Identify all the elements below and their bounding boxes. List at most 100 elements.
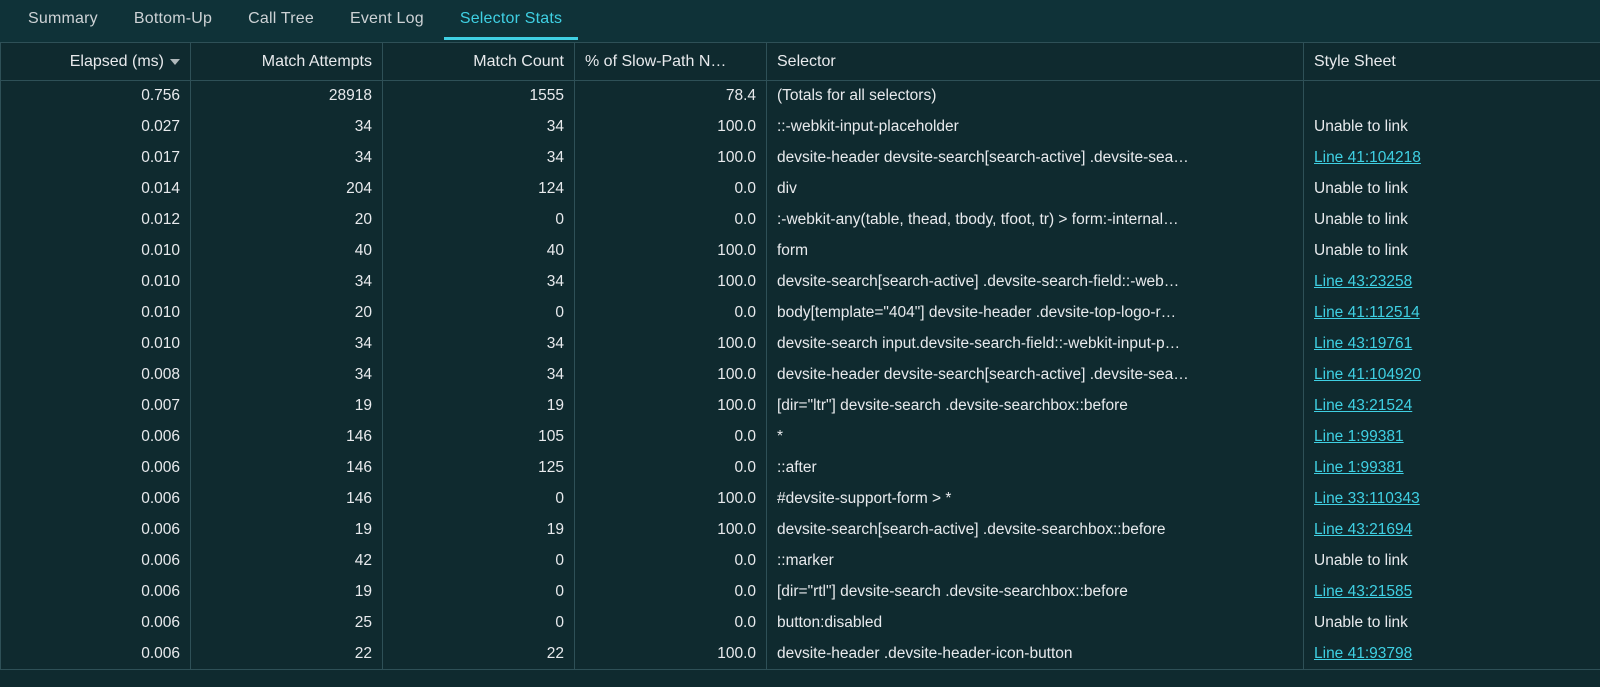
stylesheet-link[interactable]: Line 1:99381 — [1314, 459, 1404, 476]
cell-elapsed: 0.006 — [1, 422, 191, 453]
cell-stylesheet: Line 1:99381 — [1304, 422, 1600, 453]
tab-selector-stats[interactable]: Selector Stats — [444, 2, 578, 40]
cell-count: 19 — [383, 391, 575, 422]
table-header-row: Elapsed (ms) Match Attempts Match Count … — [1, 43, 1600, 81]
table-row[interactable]: 0.0142041240.0divUnable to link — [1, 174, 1600, 205]
column-header-pct[interactable]: % of Slow-Path N… — [575, 43, 767, 81]
cell-stylesheet: Unable to link — [1304, 608, 1600, 639]
cell-count: 34 — [383, 143, 575, 174]
table-row[interactable]: 0.0061461050.0*Line 1:99381 — [1, 422, 1600, 453]
table-row[interactable]: 0.0173434100.0devsite-header devsite-sea… — [1, 143, 1600, 174]
cell-selector: devsite-search input.devsite-search-fiel… — [767, 329, 1304, 360]
column-header-selector-label: Selector — [777, 53, 836, 71]
stylesheet-unable: Unable to link — [1314, 118, 1408, 135]
cell-elapsed: 0.010 — [1, 236, 191, 267]
cell-count: 0 — [383, 298, 575, 329]
stylesheet-link[interactable]: Line 41:104218 — [1314, 149, 1421, 166]
table-row[interactable]: 0.0083434100.0devsite-header devsite-sea… — [1, 360, 1600, 391]
column-header-selector[interactable]: Selector — [767, 43, 1304, 81]
stylesheet-link[interactable]: Line 43:21524 — [1314, 397, 1412, 414]
tab-summary[interactable]: Summary — [12, 2, 114, 40]
table-row[interactable]: 0.0102000.0body[template="404"] devsite-… — [1, 298, 1600, 329]
stylesheet-link[interactable]: Line 33:110343 — [1314, 490, 1420, 507]
tab-label: Call Tree — [248, 10, 314, 27]
cell-stylesheet: Line 43:23258 — [1304, 267, 1600, 298]
cell-elapsed: 0.007 — [1, 391, 191, 422]
table-row[interactable]: 0.0071919100.0[dir="ltr"] devsite-search… — [1, 391, 1600, 422]
cell-elapsed: 0.006 — [1, 639, 191, 670]
cell-attempts: 22 — [191, 639, 383, 670]
cell-elapsed: 0.006 — [1, 577, 191, 608]
cell-count: 105 — [383, 422, 575, 453]
table-row[interactable]: 0.0061900.0[dir="rtl"] devsite-search .d… — [1, 577, 1600, 608]
table-row[interactable]: 0.0062500.0button:disabledUnable to link — [1, 608, 1600, 639]
cell-pct: 100.0 — [575, 267, 767, 298]
cell-elapsed: 0.012 — [1, 205, 191, 236]
table-row[interactable]: 0.0273434100.0::-webkit-input-placeholde… — [1, 112, 1600, 143]
cell-count: 22 — [383, 639, 575, 670]
cell-pct: 0.0 — [575, 174, 767, 205]
table-row[interactable]: 0.0064200.0::markerUnable to link — [1, 546, 1600, 577]
cell-elapsed: 0.006 — [1, 453, 191, 484]
cell-attempts: 20 — [191, 205, 383, 236]
column-header-sheet[interactable]: Style Sheet — [1304, 43, 1600, 81]
cell-elapsed: 0.006 — [1, 608, 191, 639]
cell-attempts: 19 — [191, 391, 383, 422]
tab-bottom-up[interactable]: Bottom-Up — [118, 2, 228, 40]
cell-stylesheet: Unable to link — [1304, 205, 1600, 236]
cell-attempts: 25 — [191, 608, 383, 639]
column-header-elapsed[interactable]: Elapsed (ms) — [1, 43, 191, 81]
table-row[interactable]: 0.0103434100.0devsite-search input.devsi… — [1, 329, 1600, 360]
stylesheet-unable: Unable to link — [1314, 211, 1408, 228]
table-row[interactable]: 0.0104040100.0formUnable to link — [1, 236, 1600, 267]
cell-count: 0 — [383, 205, 575, 236]
cell-selector: ::marker — [767, 546, 1304, 577]
stylesheet-link[interactable]: Line 1:99381 — [1314, 428, 1404, 445]
cell-selector: body[template="404"] devsite-header .dev… — [767, 298, 1304, 329]
table-row[interactable]: 0.75628918155578.4(Totals for all select… — [1, 81, 1600, 112]
tab-label: Selector Stats — [460, 10, 562, 27]
cell-pct: 0.0 — [575, 608, 767, 639]
cell-selector: :-webkit-any(table, thead, tbody, tfoot,… — [767, 205, 1304, 236]
stylesheet-link[interactable]: Line 41:112514 — [1314, 304, 1420, 321]
stylesheet-link[interactable]: Line 41:104920 — [1314, 366, 1421, 383]
stylesheet-link[interactable]: Line 41:93798 — [1314, 645, 1412, 662]
table-row[interactable]: 0.0122000.0:-webkit-any(table, thead, tb… — [1, 205, 1600, 236]
cell-count: 34 — [383, 360, 575, 391]
tab-call-tree[interactable]: Call Tree — [232, 2, 330, 40]
column-header-attempts[interactable]: Match Attempts — [191, 43, 383, 81]
cell-pct: 100.0 — [575, 112, 767, 143]
stylesheet-link[interactable]: Line 43:19761 — [1314, 335, 1412, 352]
cell-elapsed: 0.006 — [1, 515, 191, 546]
cell-selector: devsite-header devsite-search[search-act… — [767, 360, 1304, 391]
table-row[interactable]: 0.0103434100.0devsite-search[search-acti… — [1, 267, 1600, 298]
cell-selector: (Totals for all selectors) — [767, 81, 1304, 112]
table-row[interactable]: 0.0061919100.0devsite-search[search-acti… — [1, 515, 1600, 546]
stylesheet-unable: Unable to link — [1314, 242, 1408, 259]
cell-pct: 78.4 — [575, 81, 767, 112]
cell-attempts: 19 — [191, 515, 383, 546]
column-header-count[interactable]: Match Count — [383, 43, 575, 81]
cell-stylesheet: Line 41:104920 — [1304, 360, 1600, 391]
cell-selector: #devsite-support-form > * — [767, 484, 1304, 515]
cell-attempts: 20 — [191, 298, 383, 329]
cell-pct: 0.0 — [575, 453, 767, 484]
cell-pct: 0.0 — [575, 205, 767, 236]
cell-count: 34 — [383, 267, 575, 298]
table-row[interactable]: 0.0061461250.0::afterLine 1:99381 — [1, 453, 1600, 484]
stylesheet-link[interactable]: Line 43:21694 — [1314, 521, 1412, 538]
column-header-elapsed-label: Elapsed (ms) — [70, 53, 164, 71]
cell-selector: button:disabled — [767, 608, 1304, 639]
stylesheet-link[interactable]: Line 43:23258 — [1314, 273, 1412, 290]
cell-count: 34 — [383, 329, 575, 360]
cell-pct: 0.0 — [575, 546, 767, 577]
tab-event-log[interactable]: Event Log — [334, 2, 440, 40]
stylesheet-unable: Unable to link — [1314, 552, 1408, 569]
cell-attempts: 204 — [191, 174, 383, 205]
stylesheet-unable: Unable to link — [1314, 180, 1408, 197]
table-row[interactable]: 0.0061460100.0#devsite-support-form > *L… — [1, 484, 1600, 515]
cell-count: 0 — [383, 546, 575, 577]
tab-label: Bottom-Up — [134, 10, 212, 27]
table-row[interactable]: 0.0062222100.0devsite-header .devsite-he… — [1, 639, 1600, 670]
stylesheet-link[interactable]: Line 43:21585 — [1314, 583, 1412, 600]
